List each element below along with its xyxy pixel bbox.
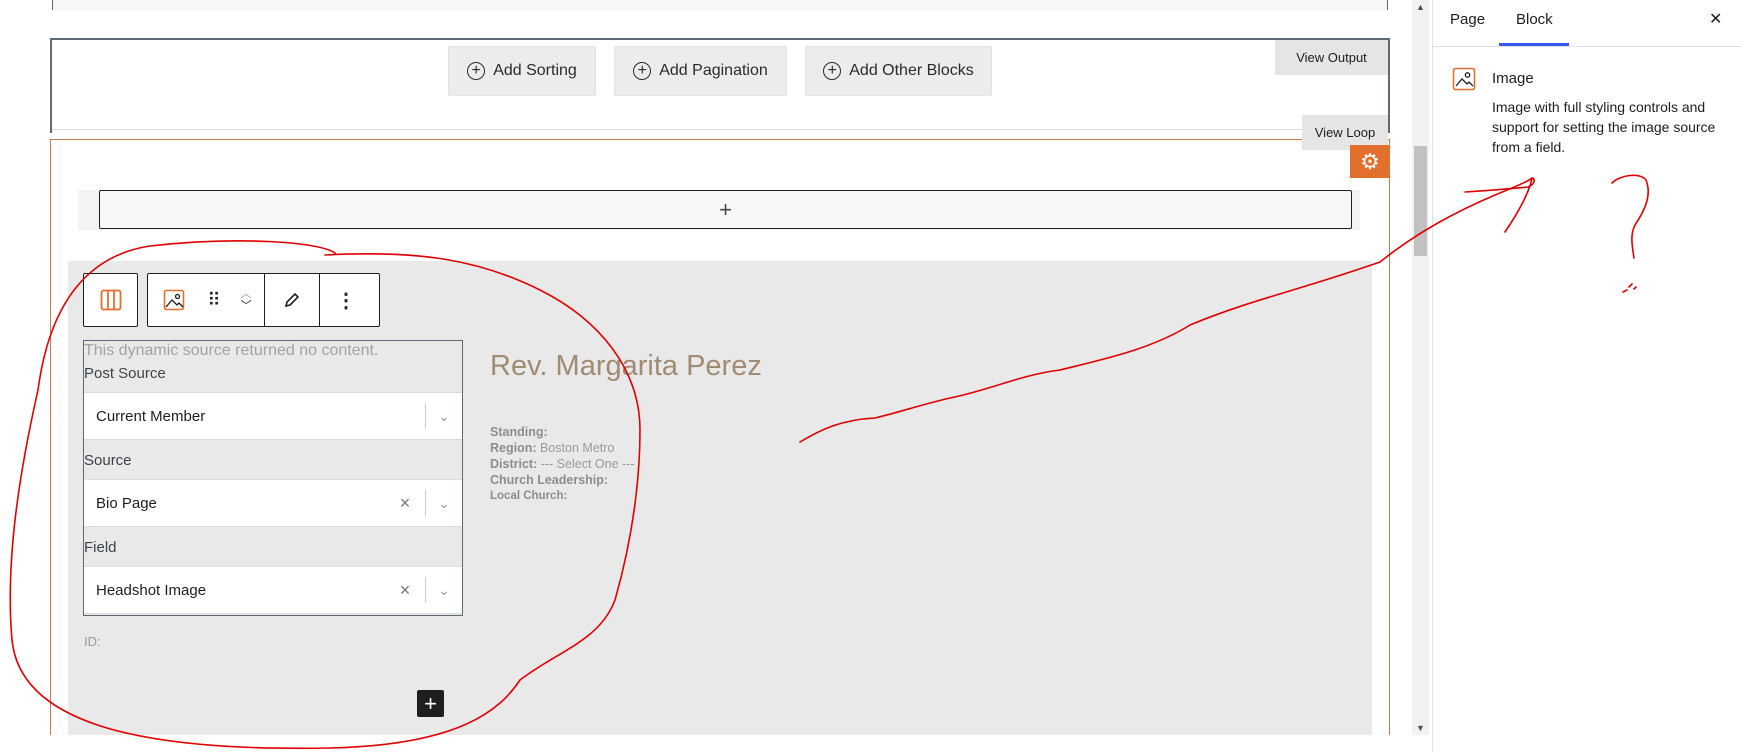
- select-separator: [425, 577, 426, 603]
- more-vertical-icon[interactable]: ⋮: [320, 274, 372, 326]
- clear-x-icon[interactable]: ×: [393, 580, 417, 601]
- tab-page[interactable]: Page: [1450, 11, 1485, 28]
- post-source-value: Current Member: [96, 407, 206, 425]
- gear-icon[interactable]: ⚙: [1350, 145, 1390, 178]
- query-divider-line: [52, 129, 1388, 130]
- columns-icon: [84, 274, 137, 326]
- image-icon[interactable]: [148, 274, 200, 326]
- post-source-select[interactable]: Current Member ⌄: [84, 392, 462, 440]
- add-sorting-button[interactable]: + Add Sorting: [448, 46, 596, 96]
- add-circle-icon: +: [633, 62, 652, 80]
- drag-handle-icon[interactable]: ⠿: [200, 274, 228, 326]
- post-source-label: Post Source: [84, 365, 166, 382]
- source-value: Bio Page: [96, 494, 157, 512]
- source-select[interactable]: Bio Page × ⌄: [84, 479, 462, 527]
- scroll-down-arrow-icon[interactable]: ▼: [1412, 721, 1429, 735]
- add-sorting-label: Add Sorting: [493, 62, 577, 79]
- member-name: Rev. Margarita Perez: [490, 350, 762, 382]
- leadership-row: Church Leadership:: [490, 472, 634, 488]
- district-label: District:: [490, 457, 538, 471]
- editor-canvas: + Add Sorting + Add Pagination + Add Oth…: [0, 0, 1410, 735]
- chevron-down-icon[interactable]: ⌄: [434, 582, 454, 599]
- region-value: Boston Metro: [540, 441, 615, 455]
- chevron-up-down-icon[interactable]: ︿ ﹀: [228, 274, 264, 326]
- tabs-divider: [1432, 46, 1741, 47]
- chevron-down-icon[interactable]: ⌄: [434, 495, 454, 512]
- district-value: --- Select One ---: [540, 457, 635, 471]
- chevron-up-icon[interactable]: ︿: [241, 288, 252, 300]
- add-other-blocks-button[interactable]: + Add Other Blocks: [805, 46, 992, 96]
- block-description: Image with full styling controls and sup…: [1492, 99, 1716, 155]
- field-label: Field: [84, 539, 117, 556]
- image-icon: [1452, 67, 1476, 91]
- view-output-button[interactable]: View Output: [1275, 40, 1388, 75]
- local-church-row: Local Church:: [490, 488, 634, 504]
- add-circle-icon: +: [823, 62, 842, 80]
- chevron-down-icon[interactable]: ⌄: [434, 408, 454, 425]
- clear-x-icon[interactable]: ×: [393, 493, 417, 514]
- bottom-gap: [0, 735, 1432, 752]
- source-label: Source: [84, 452, 132, 469]
- block-appender-button[interactable]: +: [99, 190, 1352, 229]
- inserter-button[interactable]: +: [417, 690, 444, 717]
- select-separator: [425, 403, 426, 429]
- add-pagination-button[interactable]: + Add Pagination: [614, 46, 787, 96]
- add-other-blocks-label: Add Other Blocks: [849, 62, 974, 79]
- add-pagination-label: Add Pagination: [659, 62, 768, 79]
- canvas-scrollbar[interactable]: [1412, 0, 1429, 735]
- standing-label: Standing:: [490, 425, 548, 439]
- no-content-message: This dynamic source returned no content.: [84, 342, 379, 359]
- block-toolbar: ⠿ ︿ ﹀ ⋮: [147, 273, 380, 327]
- region-label: Region:: [490, 441, 537, 455]
- canvas-scrollbar-thumb[interactable]: [1414, 146, 1427, 256]
- district-row: District: --- Select One ---: [490, 456, 634, 472]
- block-title: Image: [1492, 70, 1534, 87]
- previous-block-edge: [52, 0, 1388, 10]
- id-label: ID:: [84, 634, 101, 649]
- scroll-up-arrow-icon[interactable]: ▲: [1412, 0, 1429, 14]
- select-parent-button[interactable]: [83, 273, 138, 327]
- standing-row: Standing:: [490, 424, 634, 440]
- chevron-down-icon[interactable]: ﹀: [241, 300, 252, 312]
- add-circle-icon: +: [467, 62, 486, 80]
- tab-block[interactable]: Block: [1516, 11, 1553, 28]
- leadership-label: Church Leadership:: [490, 473, 609, 487]
- local-church-label: Local Church:: [490, 490, 568, 502]
- close-icon[interactable]: ✕: [1709, 9, 1722, 29]
- pencil-icon[interactable]: [265, 274, 319, 326]
- region-row: Region: Boston Metro: [490, 440, 634, 456]
- member-details: Standing: Region: Boston Metro District:…: [490, 424, 634, 504]
- field-value: Headshot Image: [96, 581, 207, 599]
- select-separator: [425, 490, 426, 516]
- field-select[interactable]: Headshot Image × ⌄: [84, 566, 462, 614]
